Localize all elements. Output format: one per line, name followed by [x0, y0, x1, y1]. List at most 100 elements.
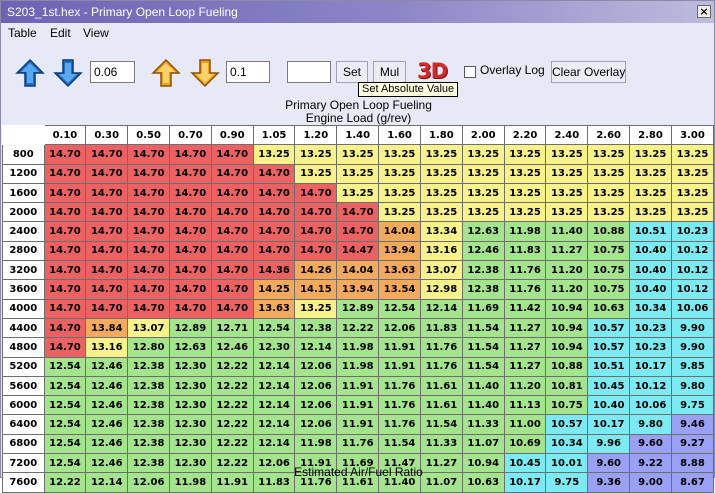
table-cell[interactable]: 10.94 [545, 337, 589, 358]
table-cell[interactable]: 14.70 [43, 202, 87, 223]
table-cell[interactable]: 14.70 [43, 337, 87, 358]
table-cell[interactable]: 11.98 [294, 433, 338, 455]
table-cell[interactable]: 14.70 [127, 279, 170, 300]
table-cell[interactable]: 13.25 [670, 163, 715, 184]
table-cell[interactable]: 12.89 [169, 317, 212, 339]
table-cell[interactable]: 11.98 [336, 337, 380, 358]
table-cell[interactable]: 10.23 [670, 221, 715, 242]
table-cell[interactable]: 12.06 [294, 356, 338, 377]
table-cell[interactable]: 14.70 [127, 144, 170, 165]
table-cell[interactable]: 13.25 [587, 202, 631, 223]
table-cell[interactable]: 12.30 [169, 414, 212, 435]
table-cell[interactable]: 9.96 [587, 433, 631, 455]
table-cell[interactable]: 13.25 [419, 163, 463, 184]
table-cell[interactable]: 14.70 [43, 163, 87, 184]
table-cell[interactable]: 14.04 [378, 221, 421, 242]
table-cell[interactable]: 11.91 [378, 337, 421, 358]
table-cell[interactable]: 12.14 [252, 356, 296, 377]
table-cell[interactable]: 9.75 [670, 395, 715, 416]
table-cell[interactable]: 10.88 [587, 221, 631, 242]
table-cell[interactable]: 12.14 [294, 337, 338, 358]
table-cell[interactable]: 11.27 [503, 356, 547, 377]
table-cell[interactable]: 12.22 [210, 395, 254, 416]
table-cell[interactable]: 11.33 [419, 433, 463, 455]
table-cell[interactable]: 12.46 [85, 395, 129, 416]
table-cell[interactable]: 12.54 [378, 298, 421, 319]
table-cell[interactable]: 12.63 [169, 337, 212, 358]
table-cell[interactable]: 14.70 [85, 221, 129, 242]
table-cell[interactable]: 11.76 [503, 279, 547, 300]
table-cell[interactable]: 12.30 [169, 356, 212, 377]
table-cell[interactable]: 12.14 [252, 414, 296, 435]
table-cell[interactable]: 12.38 [127, 414, 170, 435]
table-cell[interactable]: 10.75 [587, 279, 631, 300]
table-cell[interactable]: 12.22 [210, 356, 254, 377]
table-cell[interactable]: 14.70 [127, 182, 170, 204]
table-cell[interactable]: 10.57 [545, 414, 589, 435]
table-cell[interactable]: 14.70 [210, 202, 254, 223]
table-cell[interactable]: 13.84 [85, 317, 129, 339]
multiply-down-button[interactable] [190, 58, 220, 88]
table-cell[interactable]: 12.22 [210, 433, 254, 455]
table-cell[interactable]: 11.98 [336, 356, 380, 377]
menu-edit[interactable]: Edit [50, 26, 71, 40]
table-cell[interactable]: 10.57 [587, 337, 631, 358]
table-cell[interactable]: 12.46 [85, 375, 129, 397]
table-cell[interactable]: 14.70 [43, 240, 87, 262]
table-cell[interactable]: 10.40 [587, 395, 631, 416]
table-cell[interactable]: 13.25 [461, 182, 505, 204]
table-cell[interactable]: 13.25 [461, 202, 505, 223]
table-cell[interactable]: 12.54 [252, 317, 296, 339]
table-cell[interactable]: 11.33 [461, 414, 505, 435]
table-cell[interactable]: 14.70 [127, 240, 170, 262]
table-cell[interactable]: 11.98 [503, 221, 547, 242]
table-cell[interactable]: 14.70 [169, 240, 212, 262]
table-cell[interactable]: 12.54 [43, 433, 87, 455]
table-cell[interactable]: 11.76 [419, 356, 463, 377]
table-cell[interactable]: 12.54 [43, 414, 87, 435]
table-cell[interactable]: 10.12 [670, 240, 715, 262]
table-cell[interactable]: 10.75 [587, 260, 631, 281]
table-cell[interactable]: 13.25 [461, 144, 505, 165]
table-cell[interactable]: 9.80 [629, 414, 672, 435]
table-cell[interactable]: 11.54 [461, 356, 505, 377]
table-cell[interactable]: 14.70 [294, 182, 338, 204]
table-cell[interactable]: 13.54 [378, 279, 421, 300]
table-cell[interactable]: 14.70 [252, 202, 296, 223]
table-cell[interactable]: 10.63 [587, 298, 631, 319]
table-cell[interactable]: 11.54 [419, 414, 463, 435]
table-cell[interactable]: 14.70 [85, 279, 129, 300]
table-cell[interactable]: 13.07 [419, 260, 463, 281]
table-cell[interactable]: 13.25 [294, 163, 338, 184]
table-cell[interactable]: 13.63 [252, 298, 296, 319]
table-cell[interactable]: 12.14 [252, 375, 296, 397]
table-cell[interactable]: 13.25 [587, 144, 631, 165]
table-cell[interactable]: 11.07 [461, 433, 505, 455]
table-cell[interactable]: 11.76 [336, 433, 380, 455]
table-cell[interactable]: 11.40 [461, 375, 505, 397]
table-cell[interactable]: 13.16 [85, 337, 129, 358]
table-cell[interactable]: 10.23 [629, 337, 672, 358]
table-cell[interactable]: 12.14 [419, 298, 463, 319]
table-cell[interactable]: 12.38 [461, 279, 505, 300]
table-cell[interactable]: 14.26 [294, 260, 338, 281]
table-cell[interactable]: 13.25 [336, 163, 380, 184]
table-cell[interactable]: 14.70 [210, 298, 254, 319]
table-cell[interactable]: 10.40 [629, 279, 672, 300]
table-cell[interactable]: 14.70 [127, 298, 170, 319]
increment-up-button[interactable] [15, 58, 45, 88]
close-button[interactable]: × [697, 5, 711, 18]
table-cell[interactable]: 11.54 [461, 337, 505, 358]
table-cell[interactable]: 12.38 [127, 356, 170, 377]
table-cell[interactable]: 10.17 [629, 356, 672, 377]
table-cell[interactable]: 12.06 [294, 395, 338, 416]
table-cell[interactable]: 12.22 [336, 317, 380, 339]
table-cell[interactable]: 14.70 [210, 240, 254, 262]
table-cell[interactable]: 14.70 [252, 240, 296, 262]
table-cell[interactable]: 11.00 [503, 414, 547, 435]
table-cell[interactable]: 11.76 [419, 337, 463, 358]
table-cell[interactable]: 13.25 [629, 144, 672, 165]
table-cell[interactable]: 14.70 [43, 298, 87, 319]
table-cell[interactable]: 13.25 [587, 163, 631, 184]
table-cell[interactable]: 14.70 [169, 221, 212, 242]
